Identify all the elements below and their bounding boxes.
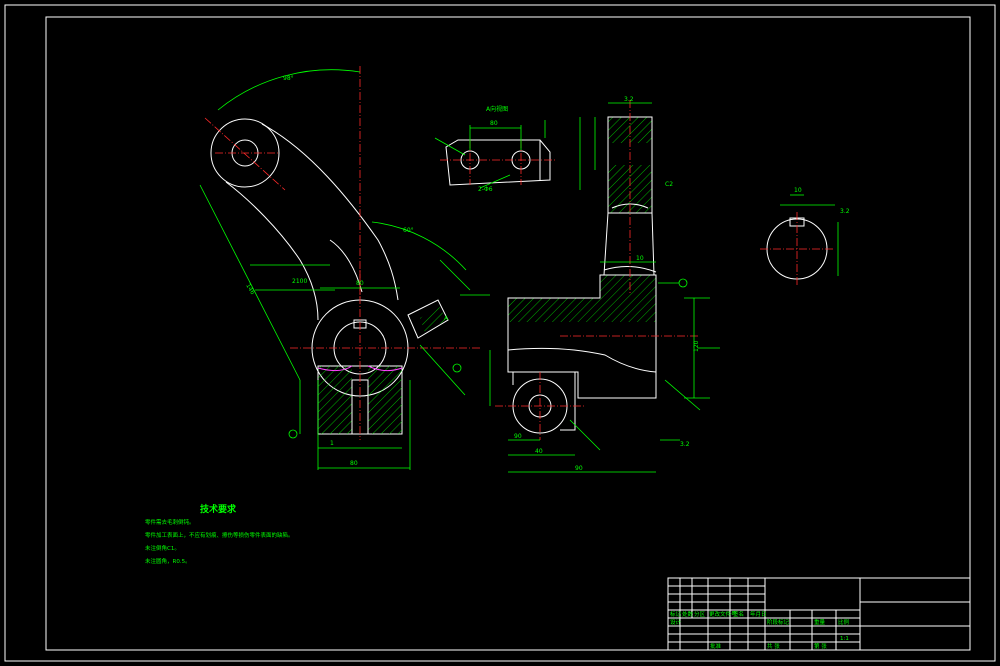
tb-label-sheet-no: 第 张 — [814, 642, 827, 650]
dim-key-width: 10 — [794, 187, 802, 194]
tb-label-design: 设计 — [670, 618, 682, 626]
bracket-side-section — [489, 100, 720, 473]
shaft-cross-section: 10 3.2 — [760, 187, 850, 285]
tb-label-weight: 重量 — [814, 618, 826, 626]
dim-arc-right: 60° — [403, 227, 414, 234]
tech-requirements: 技术要求 零件需去毛刺倒钝。 零件加工表面上，不应有划痕、擦伤等损伤零件表面的缺… — [145, 503, 294, 565]
tech-requirement-2: 零件加工表面上，不应有划痕、擦伤等损伤零件表面的缺陷。 — [145, 531, 294, 539]
lever-front-view — [199, 66, 490, 470]
tech-requirement-4: 未注圆角，R0.5。 — [145, 557, 191, 565]
dim-surface-low: 3.2 — [680, 441, 690, 448]
dim-right-small: 10 — [636, 255, 644, 262]
dim-side-len: 146 — [244, 283, 256, 297]
title-block: 标记 处数 分区 更改文件号 签名 年月日 设计 阶段标记 重量 比例 1:1 … — [667, 577, 971, 651]
tb-label-sign: 签名 — [733, 610, 744, 618]
tb-scale-value: 1:1 — [840, 636, 849, 642]
tb-label-count: 处数 — [682, 610, 694, 618]
dim-right-height: 120 — [693, 340, 700, 352]
section-mark-a: A — [444, 315, 449, 322]
tech-requirements-title: 技术要求 — [200, 503, 237, 515]
dim-base-depth: 1 — [330, 440, 334, 447]
dim-right-sub: 40 — [535, 448, 543, 455]
tb-label-zone: 分区 — [694, 610, 706, 618]
dim-boss-width: 80 — [356, 280, 364, 287]
tb-label-approve: 批准 — [710, 642, 722, 650]
top-view-label: A向视图 — [486, 105, 508, 113]
tech-requirement-1: 零件需去毛刺倒钝。 — [145, 518, 195, 526]
dim-web-len: 2100 — [292, 278, 307, 285]
dim-shaft-surface: 3.2 — [840, 208, 850, 215]
dim-hole-label: 2-Φ6 — [478, 186, 493, 193]
dim-slot-pitch: 80 — [490, 120, 498, 127]
tb-label-sheets: 共 张 — [767, 642, 780, 650]
dim-arc-top: 98° — [283, 75, 294, 82]
cad-drawing-canvas: 98° 60° 80 80 1 146 2100 A A向视图 80 2-Φ6 — [4, 4, 996, 662]
tech-requirement-3: 未注倒角C1。 — [145, 544, 180, 552]
tb-label-stage: 阶段标记 — [767, 618, 790, 626]
plate-top-view: A向视图 80 2-Φ6 — [434, 105, 555, 193]
dim-chamfer: C2 — [665, 181, 673, 188]
dim-right-total: 90 — [575, 465, 583, 472]
tb-label-date: 年月日 — [750, 610, 767, 618]
dim-base-width: 80 — [350, 460, 358, 467]
dim-right-top: 3.2 — [624, 96, 634, 103]
tb-label-mark: 标记 — [670, 610, 682, 618]
tb-label-scale: 比例 — [838, 618, 850, 626]
dim-right-base: 90 — [514, 433, 522, 440]
